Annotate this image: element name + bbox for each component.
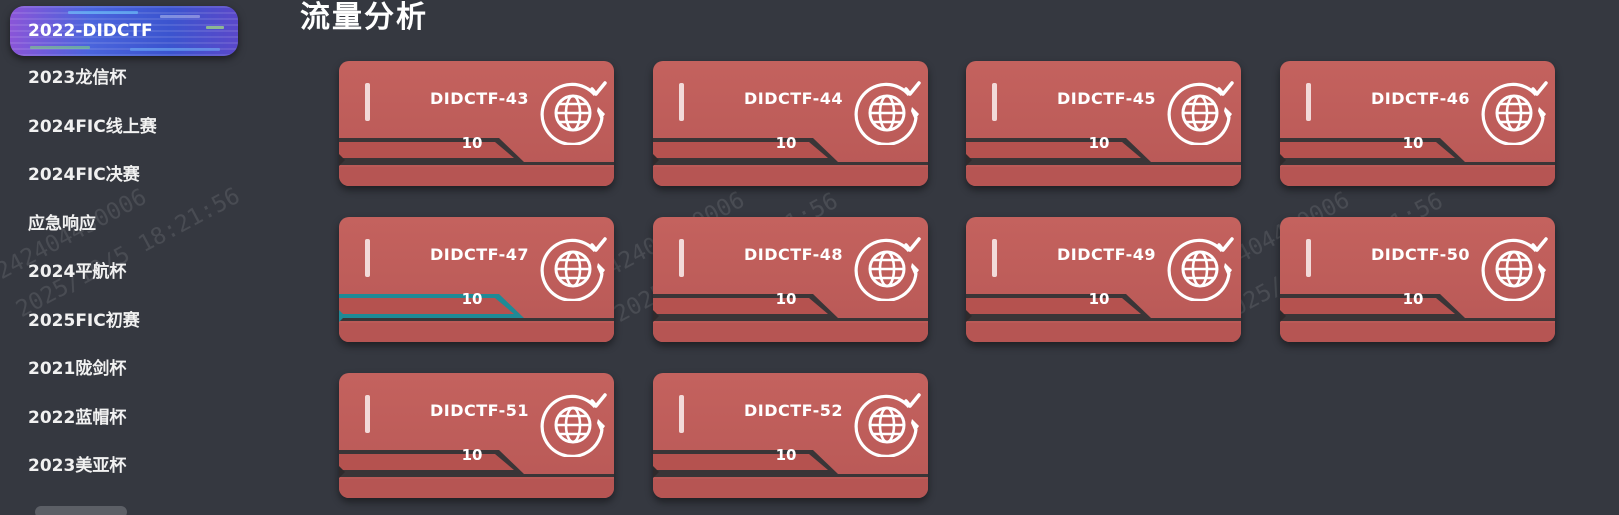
card-score: 10 xyxy=(1088,134,1110,152)
card-accent-bar xyxy=(365,395,370,433)
card-accent-bar xyxy=(1306,239,1311,277)
card-title: DIDCTF-48 xyxy=(743,245,843,264)
card-score: 10 xyxy=(461,290,483,308)
card-accent-bar xyxy=(365,239,370,277)
card-score: 10 xyxy=(775,290,797,308)
globe-refresh-check-icon xyxy=(1481,237,1548,301)
globe-refresh-check-icon xyxy=(1167,81,1234,145)
card-title: DIDCTF-44 xyxy=(743,89,843,108)
card-score: 10 xyxy=(461,446,483,464)
card-title: DIDCTF-51 xyxy=(429,401,529,420)
card-score: 10 xyxy=(1402,290,1424,308)
challenge-card[interactable]: DIDCTF-45 10 xyxy=(966,61,1241,186)
challenge-card[interactable]: DIDCTF-52 10 xyxy=(653,373,928,498)
card-score: 10 xyxy=(1402,134,1424,152)
card-accent-bar xyxy=(992,83,997,121)
sidebar-item-2024-fic-final[interactable]: 2024FIC决赛 xyxy=(28,160,140,190)
sidebar-item-2022-lanmao[interactable]: 2022蓝帽杯 xyxy=(28,403,126,433)
card-title: DIDCTF-45 xyxy=(1056,89,1156,108)
sidebar: 2022-DIDCTF 2023龙信杯 2024FIC线上赛 2024FIC决赛… xyxy=(0,0,250,515)
card-title: DIDCTF-49 xyxy=(1056,245,1156,264)
app-root: 2022-DIDCTF 2023龙信杯 2024FIC线上赛 2024FIC决赛… xyxy=(0,0,1619,515)
page-title: 流量分析 xyxy=(300,0,428,35)
sidebar-item-2021-longjian[interactable]: 2021陇剑杯 xyxy=(28,354,126,384)
challenge-card[interactable]: DIDCTF-46 10 xyxy=(1280,61,1555,186)
sidebar-item-active[interactable]: 2022-DIDCTF xyxy=(10,6,238,56)
card-accent-bar xyxy=(992,239,997,277)
card-title: DIDCTF-43 xyxy=(429,89,529,108)
sidebar-item-2024-pinghang[interactable]: 2024平航杯 xyxy=(28,257,126,287)
globe-refresh-check-icon xyxy=(540,237,607,301)
card-accent-bar xyxy=(679,239,684,277)
sidebar-item-2025-fic-prelim[interactable]: 2025FIC初赛 xyxy=(28,306,140,336)
card-score: 10 xyxy=(775,446,797,464)
sidebar-item-label: 2022-DIDCTF xyxy=(28,21,153,41)
globe-refresh-check-icon xyxy=(540,393,607,457)
sidebar-item-2023-meiya[interactable]: 2023美亚杯 xyxy=(28,451,126,481)
card-accent-bar xyxy=(679,395,684,433)
challenge-card[interactable]: DIDCTF-43 10 xyxy=(339,61,614,186)
card-score: 10 xyxy=(461,134,483,152)
challenge-card[interactable]: DIDCTF-49 10 xyxy=(966,217,1241,342)
sidebar-scrollbar[interactable] xyxy=(35,506,127,515)
globe-refresh-check-icon xyxy=(1481,81,1548,145)
challenge-card[interactable]: DIDCTF-48 10 xyxy=(653,217,928,342)
card-title: DIDCTF-52 xyxy=(743,401,843,420)
card-accent-bar xyxy=(679,83,684,121)
sidebar-item-2024-fic-online[interactable]: 2024FIC线上赛 xyxy=(28,112,157,142)
challenge-card[interactable]: DIDCTF-51 10 xyxy=(339,373,614,498)
globe-refresh-check-icon xyxy=(1167,237,1234,301)
sidebar-item-2023-longxin[interactable]: 2023龙信杯 xyxy=(28,63,126,93)
card-score: 10 xyxy=(1088,290,1110,308)
card-accent-bar xyxy=(365,83,370,121)
globe-refresh-check-icon xyxy=(854,237,921,301)
card-title: DIDCTF-46 xyxy=(1370,89,1470,108)
globe-refresh-check-icon xyxy=(854,393,921,457)
challenge-card[interactable]: DIDCTF-47 10 xyxy=(339,217,614,342)
sidebar-item-emergency-response[interactable]: 应急响应 xyxy=(28,209,96,239)
globe-refresh-check-icon xyxy=(854,81,921,145)
card-score: 10 xyxy=(775,134,797,152)
challenge-card[interactable]: DIDCTF-50 10 xyxy=(1280,217,1555,342)
globe-refresh-check-icon xyxy=(540,81,607,145)
challenge-card[interactable]: DIDCTF-44 10 xyxy=(653,61,928,186)
card-accent-bar xyxy=(1306,83,1311,121)
card-title: DIDCTF-47 xyxy=(429,245,529,264)
card-title: DIDCTF-50 xyxy=(1370,245,1470,264)
